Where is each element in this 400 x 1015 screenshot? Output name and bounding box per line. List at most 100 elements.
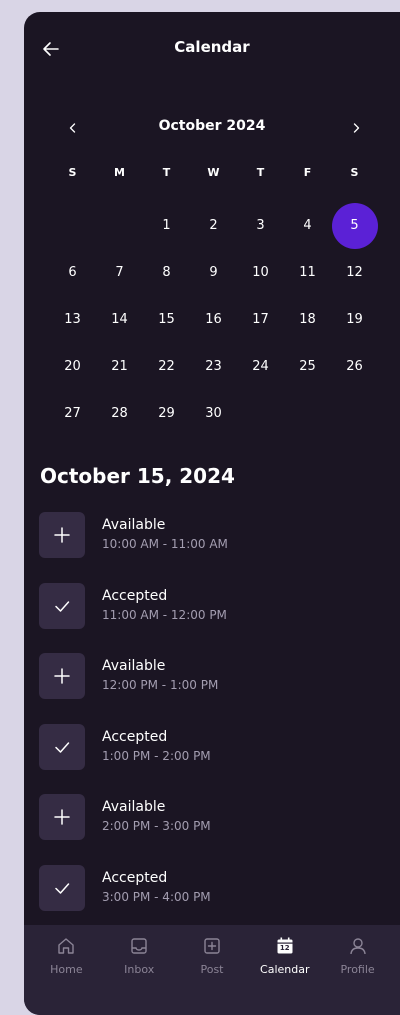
bottom-tab-bar: Home Inbox Post 12 Calendar Profile <box>24 925 400 1015</box>
day-number: 7 <box>115 265 124 280</box>
day-blank <box>49 202 96 249</box>
slot-text: Accepted 1:00 PM - 2:00 PM <box>102 728 211 765</box>
chevron-right-icon <box>353 123 360 133</box>
slot-action-button[interactable] <box>39 653 85 699</box>
day-number: 18 <box>299 312 316 327</box>
day-number: 4 <box>303 218 312 233</box>
tab-calendar[interactable]: 12 Calendar <box>248 935 321 1015</box>
day-number: 30 <box>205 406 222 421</box>
day-cell[interactable]: 8 <box>143 249 190 296</box>
day-cell[interactable]: 25 <box>284 343 331 390</box>
day-cell[interactable]: 3 <box>237 202 284 249</box>
day-cell[interactable]: 20 <box>49 343 96 390</box>
plus-icon <box>54 527 70 543</box>
slot-action-button[interactable] <box>39 512 85 558</box>
tab-profile[interactable]: Profile <box>321 935 394 1015</box>
slot-status: Accepted <box>102 728 168 745</box>
app-screen: Calendar October 2024 SMTWTFS 1234567891… <box>24 12 400 1015</box>
time-slot[interactable]: Accepted 1:00 PM - 2:00 PM <box>39 723 379 795</box>
slot-status: Available <box>102 658 166 674</box>
day-cell[interactable]: 29 <box>143 390 190 437</box>
day-number: 12 <box>346 265 363 280</box>
weekday-header: SMTWTFS <box>49 166 379 184</box>
day-cell[interactable]: 30 <box>190 390 237 437</box>
calendar-grid: 1 2 3 4 5 6 7 8 9 10 11 12 13 14 15 16 17 18 19 20 21 22 23 24 2… <box>49 202 379 437</box>
check-icon <box>55 600 70 612</box>
plus-icon <box>54 668 70 684</box>
weekday-label: F <box>303 166 312 179</box>
day-cell[interactable]: 22 <box>143 343 190 390</box>
day-cell[interactable]: 2 <box>190 202 237 249</box>
slot-status: Accepted <box>102 587 168 604</box>
slot-action-button[interactable] <box>39 582 85 629</box>
day-cell[interactable]: 11 <box>284 249 331 296</box>
day-cell[interactable]: 24 <box>237 343 284 390</box>
page-title: Calendar <box>174 38 250 56</box>
day-number: 25 <box>299 359 316 374</box>
tab-icon <box>55 935 77 957</box>
slot-time: 11:00 AM - 12:00 PM <box>102 607 227 622</box>
slot-action-button[interactable] <box>39 723 85 770</box>
day-number: 6 <box>68 265 77 280</box>
tab-label: Inbox <box>124 963 155 976</box>
day-number: 24 <box>252 359 269 374</box>
home-icon <box>58 938 75 954</box>
tab-label: Profile <box>340 963 375 976</box>
day-cell[interactable]: 17 <box>237 296 284 343</box>
day-number: 17 <box>252 312 269 327</box>
time-slot[interactable]: Available 10:00 AM - 11:00 AM <box>39 512 379 583</box>
day-cell[interactable]: 13 <box>49 296 96 343</box>
tab-inbox[interactable]: Inbox <box>103 935 176 1015</box>
post-icon <box>204 938 220 954</box>
tab-label: Calendar <box>260 963 310 976</box>
day-number: 1 <box>162 218 171 233</box>
tab-home[interactable]: Home <box>30 935 103 1015</box>
slot-time: 12:00 PM - 1:00 PM <box>102 678 219 692</box>
slot-time: 10:00 AM - 11:00 AM <box>102 537 228 551</box>
day-cell[interactable]: 12 <box>331 249 378 296</box>
day-cell[interactable]: 19 <box>331 296 378 343</box>
day-cell[interactable]: 28 <box>96 390 143 437</box>
weekday-label: S <box>68 166 77 179</box>
day-cell[interactable]: 6 <box>49 249 96 296</box>
day-cell[interactable]: 15 <box>143 296 190 343</box>
day-cell[interactable]: 1 <box>143 202 190 249</box>
selected-date-heading: October 15, 2024 <box>40 464 235 488</box>
tab-post[interactable]: Post <box>176 935 249 1015</box>
slot-status: Available <box>102 799 166 815</box>
day-number: 20 <box>64 359 81 374</box>
day-number: 16 <box>205 312 222 327</box>
slot-text: Accepted 11:00 AM - 12:00 PM <box>102 587 227 624</box>
day-cell[interactable]: 26 <box>331 343 378 390</box>
day-number: 21 <box>111 359 128 374</box>
month-navigation: October 2024 <box>24 116 400 140</box>
day-cell[interactable]: 10 <box>237 249 284 296</box>
tab-icon: 12 <box>274 935 296 957</box>
day-cell[interactable]: 21 <box>96 343 143 390</box>
slot-text: Available 10:00 AM - 11:00 AM <box>102 516 228 553</box>
slot-status: Available <box>102 517 166 533</box>
weekday-label: M <box>114 166 125 179</box>
day-number: 28 <box>111 406 128 421</box>
day-cell[interactable]: 7 <box>96 249 143 296</box>
day-cell[interactable]: 18 <box>284 296 331 343</box>
time-slot[interactable]: Available 12:00 PM - 1:00 PM <box>39 653 379 724</box>
check-icon <box>55 741 70 753</box>
slot-action-button[interactable] <box>39 864 85 911</box>
time-slot[interactable]: Accepted 11:00 AM - 12:00 PM <box>39 582 379 654</box>
day-cell[interactable]: 23 <box>190 343 237 390</box>
day-number: 22 <box>158 359 175 374</box>
next-month-button[interactable] <box>344 116 368 140</box>
day-cell[interactable]: 4 <box>284 202 331 249</box>
time-slot-list: Available 10:00 AM - 11:00 AM Accepted 11:0… <box>39 512 379 935</box>
slot-action-button[interactable] <box>39 794 85 840</box>
day-number: 2 <box>209 218 218 233</box>
day-cell[interactable]: 27 <box>49 390 96 437</box>
time-slot[interactable]: Available 2:00 PM - 3:00 PM <box>39 794 379 865</box>
day-cell[interactable]: 14 <box>96 296 143 343</box>
day-cell-selected[interactable]: 5 <box>331 202 378 249</box>
day-cell[interactable]: 9 <box>190 249 237 296</box>
tab-label: Home <box>50 963 83 976</box>
day-cell[interactable]: 16 <box>190 296 237 343</box>
day-number: 10 <box>252 265 269 280</box>
